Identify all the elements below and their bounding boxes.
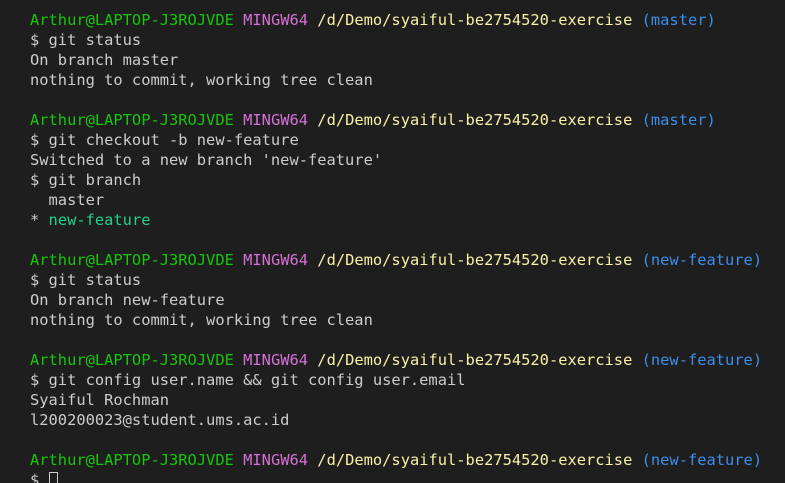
output-line: On branch new-feature [30,291,225,309]
branch-list-item-current: * new-feature [30,210,785,230]
output-line: Switched to a new branch 'new-feature' [30,151,383,169]
prompt-line: Arthur@LAPTOP-J3ROJVDE MINGW64 /d/Demo/s… [30,10,785,30]
prompt-branch: (new-feature) [641,351,763,369]
prompt-path: /d/Demo/syaiful-be2754520-exercise [317,11,633,29]
prompt-user-host: Arthur@LAPTOP-J3ROJVDE [30,11,234,29]
prompt-system: MINGW64 [243,351,309,369]
current-branch-marker: * [30,211,49,229]
command-line: $ git status [30,31,142,49]
prompt-line: Arthur@LAPTOP-J3ROJVDE MINGW64 /d/Demo/s… [30,250,785,270]
terminal-window[interactable]: Arthur@LAPTOP-J3ROJVDE MINGW64 /d/Demo/s… [0,0,785,483]
prompt-path: /d/Demo/syaiful-be2754520-exercise [317,451,633,469]
prompt-branch: (new-feature) [641,251,763,269]
command-line: $ git status [30,271,142,289]
current-branch-name: new-feature [48,211,151,229]
prompt-system: MINGW64 [243,11,309,29]
prompt-branch: (new-feature) [641,451,763,469]
prompt-path: /d/Demo/syaiful-be2754520-exercise [317,351,633,369]
prompt-user-host: Arthur@LAPTOP-J3ROJVDE [30,251,234,269]
output-line: nothing to commit, working tree clean [30,71,373,89]
prompt-system: MINGW64 [243,451,309,469]
prompt-branch: (master) [641,111,716,129]
prompt-path: /d/Demo/syaiful-be2754520-exercise [317,111,633,129]
output-line: Syaiful Rochman [30,391,169,409]
prompt-path: /d/Demo/syaiful-be2754520-exercise [317,251,633,269]
command-input-line[interactable]: $ [30,470,785,483]
prompt-user-host: Arthur@LAPTOP-J3ROJVDE [30,351,234,369]
text-cursor[interactable] [48,472,58,483]
output-line: l200200023@student.ums.ac.id [30,411,290,429]
prompt-line: Arthur@LAPTOP-J3ROJVDE MINGW64 /d/Demo/s… [30,110,785,130]
command-line: $ git config user.name && git config use… [30,371,466,389]
command-line: $ git checkout -b new-feature [30,131,299,149]
branch-list-item: master [30,191,105,209]
prompt-system: MINGW64 [243,111,309,129]
prompt-user-host: Arthur@LAPTOP-J3ROJVDE [30,451,234,469]
output-line: On branch master [30,51,179,69]
prompt-line: Arthur@LAPTOP-J3ROJVDE MINGW64 /d/Demo/s… [30,450,785,470]
prompt-branch: (master) [641,11,716,29]
output-line: nothing to commit, working tree clean [30,311,373,329]
command-line: $ git branch [30,171,142,189]
prompt-line: Arthur@LAPTOP-J3ROJVDE MINGW64 /d/Demo/s… [30,350,785,370]
input-prompt-symbol: $ [30,471,49,483]
prompt-system: MINGW64 [243,251,309,269]
prompt-user-host: Arthur@LAPTOP-J3ROJVDE [30,111,234,129]
